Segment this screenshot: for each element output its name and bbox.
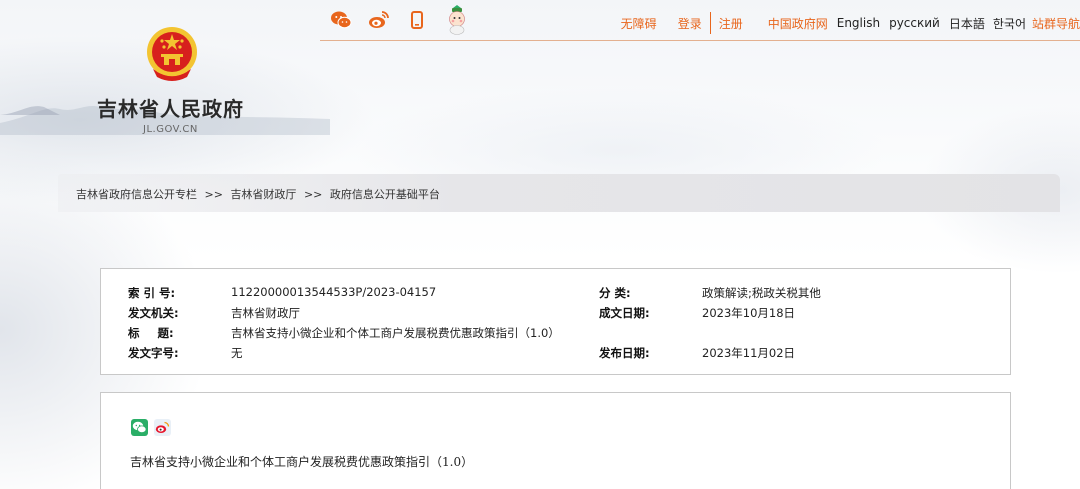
- russian-link[interactable]: русский: [889, 16, 940, 30]
- published-date-label: 发布日期:: [599, 346, 650, 360]
- national-emblem-icon: [147, 27, 197, 81]
- korean-link[interactable]: 한국어: [993, 15, 1026, 32]
- english-link[interactable]: English: [837, 16, 880, 30]
- index-number-value: 11220000013544533P/2023-04157: [231, 285, 437, 299]
- site-navigation-link[interactable]: 站群导航: [1032, 15, 1080, 32]
- top-bar: 无障碍 登录 注册 中国政府网 English русский 日本語 한국어 …: [320, 0, 1080, 41]
- category-value: 政策解读;税政关税其他: [702, 286, 821, 300]
- wechat-share-icon[interactable]: [131, 419, 148, 436]
- index-number-label: 索 引 号:: [128, 286, 176, 300]
- japanese-link[interactable]: 日本語: [949, 15, 985, 32]
- mobile-icon[interactable]: [406, 9, 428, 31]
- breadcrumb-item[interactable]: 吉林省政府信息公开专栏: [76, 188, 197, 201]
- wechat-icon[interactable]: [330, 9, 352, 31]
- article-title: 吉林省支持小微企业和个体工商户发展税费优惠政策指引（1.0）: [130, 455, 474, 469]
- published-date-value: 2023年11月02日: [702, 346, 796, 360]
- article-content-panel: 吉林省支持小微企业和个体工商户发展税费优惠政策指引（1.0）: [100, 392, 1011, 489]
- title-label: 标 题:: [128, 326, 174, 340]
- share-buttons: [131, 419, 171, 436]
- issuer-label: 发文机关:: [128, 306, 179, 320]
- login-link[interactable]: 登录: [678, 15, 702, 32]
- created-date-label: 成文日期:: [599, 306, 650, 320]
- weibo-share-icon[interactable]: [154, 419, 171, 436]
- breadcrumb-separator: >>: [303, 188, 323, 201]
- category-label: 分 类:: [599, 286, 631, 300]
- breadcrumb: 吉林省政府信息公开专栏 >> 吉林省财政厅 >> 政府信息公开基础平台: [76, 186, 440, 202]
- document-number-label: 发文字号:: [128, 346, 179, 360]
- weibo-icon[interactable]: [368, 9, 390, 31]
- mascot-icon[interactable]: [444, 5, 470, 35]
- document-metadata-panel: 索 引 号: 11220000013544533P/2023-04157 分 类…: [100, 268, 1011, 375]
- title-value: 吉林省支持小微企业和个体工商户发展税费优惠政策指引（1.0）: [231, 326, 560, 340]
- accessibility-link[interactable]: 无障碍: [621, 15, 657, 32]
- nav-divider: [709, 12, 711, 34]
- register-link[interactable]: 注册: [719, 15, 743, 32]
- site-title[interactable]: 吉林省人民政府: [97, 93, 244, 122]
- issuer-value: 吉林省财政厅: [231, 306, 300, 320]
- document-number-value: 无: [231, 346, 243, 360]
- breadcrumb-item[interactable]: 政府信息公开基础平台: [330, 188, 440, 201]
- social-links: [330, 5, 470, 35]
- china-gov-link[interactable]: 中国政府网: [768, 15, 828, 32]
- breadcrumb-item[interactable]: 吉林省财政厅: [230, 188, 296, 201]
- created-date-value: 2023年10月18日: [702, 306, 796, 320]
- breadcrumb-bar: 吉林省政府信息公开专栏 >> 吉林省财政厅 >> 政府信息公开基础平台: [58, 174, 1060, 212]
- breadcrumb-separator: >>: [204, 188, 223, 201]
- top-navigation: 无障碍 登录 注册 中国政府网 English русский 日本語 한국어 …: [621, 12, 1080, 34]
- site-domain: JL.GOV.CN: [143, 124, 198, 135]
